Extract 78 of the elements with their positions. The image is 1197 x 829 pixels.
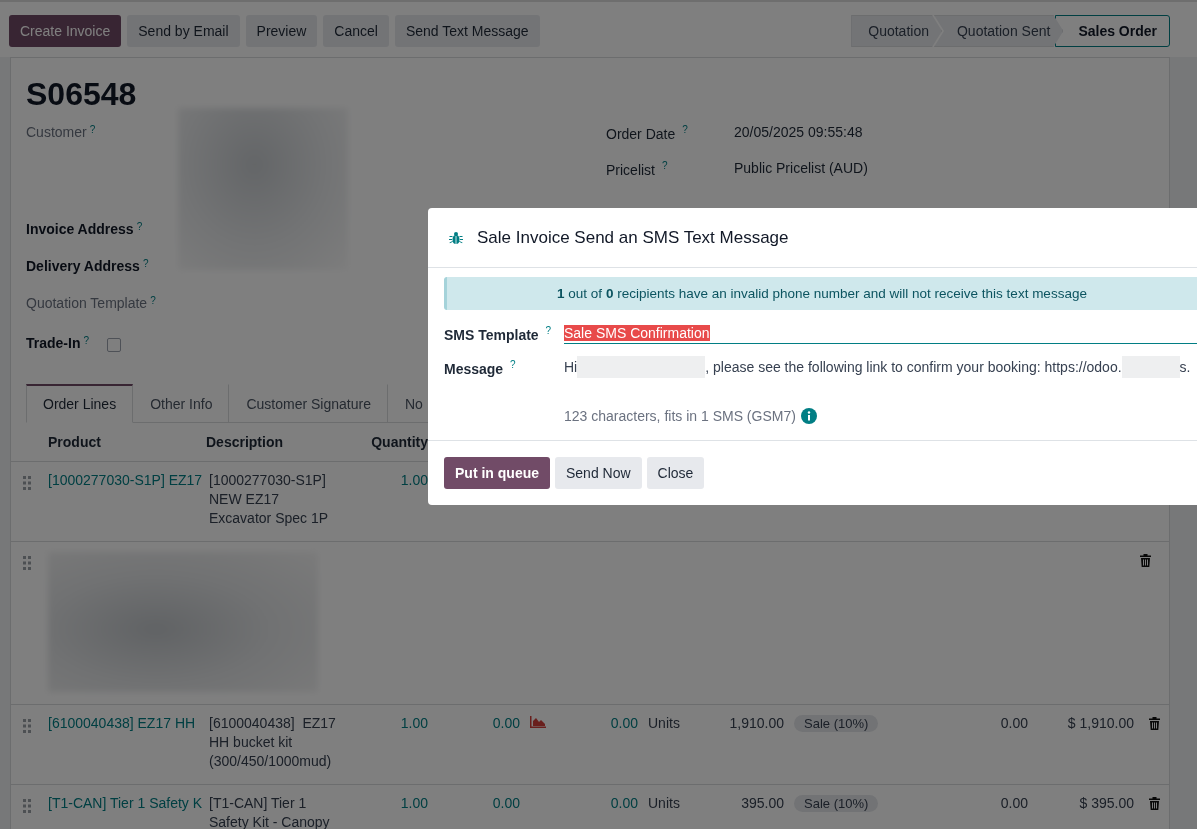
field-label: Trade-In (26, 335, 81, 351)
help-mark: ? (150, 295, 156, 306)
message-text: , please see the following link to confirm your booking: https://odoo. (705, 359, 1122, 377)
help-mark: ? (510, 359, 516, 370)
action-button[interactable]: Send Text Message (394, 15, 540, 47)
field-label: Delivery Address (26, 258, 140, 274)
description-line: Safety Kit - Canopy (209, 814, 331, 829)
tax-tag: Sale (10%) (794, 715, 879, 732)
product-link[interactable]: [T1-CAN] Tier 1 Safety K (48, 795, 206, 811)
table-cell-text: 395.00 (740, 795, 784, 811)
checkbox[interactable] (107, 338, 122, 352)
description-line: [6100040438] EZ17 (209, 715, 337, 731)
tab[interactable]: Other Info (133, 384, 230, 423)
info-icon[interactable] (800, 408, 817, 424)
table-cell-text: $ 395.00 (1078, 795, 1134, 811)
description-line: [T1-CAN] Tier 1 (209, 795, 308, 811)
description-line: NEW EZ17 (209, 491, 280, 507)
dialog-button[interactable]: Close (646, 457, 705, 489)
action-button[interactable]: Preview (245, 15, 318, 47)
description-line: HH bucket kit (209, 734, 294, 750)
table-cell-text: 0.00 (609, 795, 638, 811)
status-step[interactable]: Quotation (851, 15, 942, 47)
status-step[interactable]: Sales Order (1055, 15, 1170, 47)
table-cell-text: 0.00 (999, 715, 1028, 731)
tax-tag: Sale (10%) (794, 795, 879, 812)
product-link[interactable]: [6100040438] EZ17 HH (48, 715, 206, 731)
field-label: Invoice Address (26, 221, 134, 237)
record-title: S06548 (25, 75, 138, 114)
help-mark: ? (136, 221, 143, 232)
description-line: [1000277030-S1P] (209, 472, 327, 488)
help-mark: ? (83, 335, 90, 346)
table-cell-text: Units (647, 715, 681, 731)
table-cell-text: 0.00 (491, 795, 520, 811)
alert-message: 1 out of 0 recipients have an invalid phone number and will not receive this text message (444, 277, 1197, 310)
dialog-title: Sale Invoice Send an SMS Text Message (477, 227, 789, 248)
table-cell-text: 1.00 (399, 795, 428, 811)
product-link[interactable]: [1000277030-S1P] EZ17 (48, 472, 206, 488)
field-label: Message (444, 360, 504, 377)
table-cell-text: 0.00 (999, 795, 1028, 811)
field-label: SMS Template (444, 326, 539, 343)
description-line: (300/450/1000mud) (209, 753, 333, 769)
column-header: Quantity (370, 434, 428, 450)
bug-icon (449, 230, 463, 245)
area-chart-icon[interactable] (530, 716, 546, 728)
message-text: s. (1179, 359, 1191, 377)
action-button[interactable]: Cancel (323, 15, 389, 47)
template-field[interactable]: Sale SMS Confirmation (564, 325, 1197, 344)
message-text: Hi (564, 359, 578, 377)
help-mark: ? (682, 124, 688, 135)
field-value: Public Pricelist (AUD) (734, 159, 868, 178)
help-mark: ? (661, 159, 668, 171)
action-button[interactable]: Send by Email (127, 15, 240, 47)
column-header: Product (48, 434, 102, 450)
character-counter: 123 characters, fits in 1 SMS (GSM7) (564, 408, 796, 424)
tab[interactable]: Order Lines (26, 384, 134, 423)
table-cell-text: 0.00 (609, 715, 638, 731)
dialog-button[interactable]: Put in queue (444, 457, 550, 489)
column-header: Description (206, 434, 284, 450)
field-label: Pricelist (606, 161, 655, 178)
table-cell-text: 1.00 (399, 472, 428, 488)
delete-icon[interactable] (1140, 552, 1151, 567)
table-cell-text: 1,910.00 (728, 715, 784, 731)
table-cell-text: $ 1,910.00 (1066, 715, 1134, 731)
help-mark: ? (545, 325, 552, 336)
help-mark: ? (142, 258, 149, 269)
status-step[interactable]: Quotation Sent (934, 15, 1064, 47)
field-label: Quotation Template (26, 295, 148, 311)
table-cell-text: 0.00 (491, 715, 520, 731)
field-label: Order Date (606, 125, 676, 142)
field-value: 20/05/2025 09:55:48 (734, 124, 863, 142)
table-cell-text: 1.00 (399, 715, 428, 731)
tab[interactable]: Customer Signature (229, 384, 388, 423)
description-line: Excavator Spec 1P (209, 510, 330, 526)
field-label: Customer (26, 124, 87, 140)
action-button[interactable]: Create Invoice (9, 15, 122, 47)
help-mark: ? (89, 124, 96, 135)
table-cell-text: Units (647, 795, 681, 811)
dialog-button[interactable]: Send Now (555, 457, 642, 489)
